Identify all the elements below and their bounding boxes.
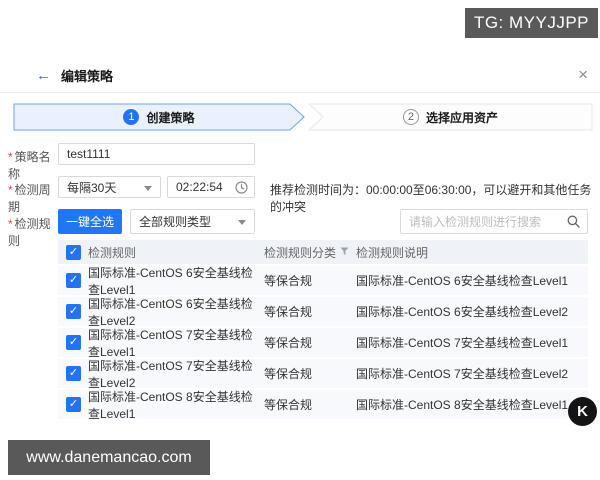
rule-description: 国际标准-CentOS 7安全基线检查Level1 xyxy=(356,336,569,350)
required-marker: * xyxy=(8,183,13,197)
close-icon[interactable]: × xyxy=(578,66,588,83)
site-watermark: www.danemancao.com xyxy=(8,440,210,475)
row-checkbox[interactable]: ✓ xyxy=(66,273,81,288)
column-header-category: 检测规则分类 xyxy=(264,245,337,260)
detection-rules-table: ✓ 检测规则 检测规则分类 检测规则说明 ✓ 国际标准-CentOS 6安全基线… xyxy=(58,240,588,421)
filter-icon[interactable] xyxy=(340,245,349,259)
chevron-down-icon xyxy=(238,220,246,225)
step2-number-badge: 2 xyxy=(402,109,419,125)
required-marker: * xyxy=(8,217,13,231)
rule-search-box xyxy=(400,209,588,234)
wizard-step-select-assets[interactable]: 2 选择应用资产 xyxy=(308,103,593,131)
rule-name: 国际标准-CentOS 6安全基线检查Level1 xyxy=(88,265,253,297)
step2-label: 选择应用资产 xyxy=(425,110,498,125)
rule-category: 等保合规 xyxy=(264,274,313,288)
rule-type-select[interactable]: 全部规则类型 xyxy=(130,209,255,234)
brand-logo-badge: K xyxy=(568,397,597,426)
table-row[interactable]: ✓ 国际标准-CentOS 6安全基线检查Level2 等保合规 国际标准-Ce… xyxy=(58,296,588,328)
cycle-time-input[interactable]: 02:22:54 xyxy=(167,176,255,198)
site-watermark-text: www.danemancao.com xyxy=(26,448,192,466)
rule-name: 国际标准-CentOS 7安全基线检查Level2 xyxy=(88,358,253,390)
search-icon[interactable] xyxy=(567,215,580,231)
header-divider xyxy=(0,92,600,93)
row-checkbox[interactable]: ✓ xyxy=(66,304,81,319)
wizard-step-create-policy[interactable]: 1 创建策略 xyxy=(13,103,305,131)
row-checkbox[interactable]: ✓ xyxy=(66,397,81,412)
rule-description: 国际标准-CentOS 6安全基线检查Level2 xyxy=(356,305,569,319)
rule-search-input[interactable] xyxy=(401,210,559,233)
step1-label: 创建策略 xyxy=(146,110,195,125)
table-row[interactable]: ✓ 国际标准-CentOS 6安全基线检查Level1 等保合规 国际标准-Ce… xyxy=(58,265,588,297)
table-header-row: ✓ 检测规则 检测规则分类 检测规则说明 xyxy=(58,240,588,264)
rule-category: 等保合规 xyxy=(264,367,313,381)
table-row[interactable]: ✓ 国际标准-CentOS 8安全基线检查Level1 等保合规 国际标准-Ce… xyxy=(58,389,588,421)
column-header-description: 检测规则说明 xyxy=(356,245,429,260)
select-all-checkbox[interactable]: ✓ xyxy=(66,244,81,260)
policy-name-input[interactable] xyxy=(58,143,255,165)
policy-name-label: * 策略名称 xyxy=(8,150,51,181)
step1-number-badge: 1 xyxy=(123,109,140,125)
required-marker: * xyxy=(8,150,13,164)
back-icon[interactable]: ← xyxy=(36,67,51,84)
step-wizard: 1 创建策略 2 选择应用资产 xyxy=(13,103,593,131)
page-title: 编辑策略 xyxy=(61,69,114,84)
edit-policy-screen: TG: MYYJJPP ← 编辑策略 × 1 创建策略 2 选择应用资产 * 策… xyxy=(0,0,600,480)
rule-category: 等保合规 xyxy=(264,398,313,412)
table-row[interactable]: ✓ 国际标准-CentOS 7安全基线检查Level1 等保合规 国际标准-Ce… xyxy=(58,327,588,359)
detection-rules-label: * 检测规则 xyxy=(8,217,51,248)
row-checkbox[interactable]: ✓ xyxy=(66,366,81,381)
tg-watermark-text: TG: MYYJJPP xyxy=(473,13,590,32)
panel-header: ← 编辑策略 × xyxy=(0,60,600,91)
rule-category: 等保合规 xyxy=(264,336,313,350)
clock-icon xyxy=(235,181,248,197)
rule-name: 国际标准-CentOS 7安全基线检查Level1 xyxy=(88,327,253,359)
cycle-interval-value: 每隔30天 xyxy=(67,180,117,195)
rule-name: 国际标准-CentOS 8安全基线检查Level1 xyxy=(88,389,253,421)
cycle-interval-select[interactable]: 每隔30天 xyxy=(58,176,161,198)
rule-description: 国际标准-CentOS 8安全基线检查Level1 xyxy=(356,398,569,412)
table-row[interactable]: ✓ 国际标准-CentOS 7安全基线检查Level2 等保合规 国际标准-Ce… xyxy=(58,358,588,390)
row-checkbox[interactable]: ✓ xyxy=(66,335,81,350)
select-all-button[interactable]: 一键全选 xyxy=(58,209,122,234)
brand-logo-letter: K xyxy=(577,403,588,420)
detection-cycle-label: * 检测周期 xyxy=(8,183,51,214)
rule-category: 等保合规 xyxy=(264,305,313,319)
rule-description: 国际标准-CentOS 7安全基线检查Level2 xyxy=(356,367,569,381)
column-header-rule: 检测规则 xyxy=(88,245,137,260)
chevron-down-icon xyxy=(144,186,152,191)
cycle-time-value: 02:22:54 xyxy=(176,180,223,194)
tg-watermark-badge: TG: MYYJJPP xyxy=(465,8,598,38)
rule-name: 国际标准-CentOS 6安全基线检查Level2 xyxy=(88,296,253,328)
rule-type-value: 全部规则类型 xyxy=(139,215,212,229)
rule-description: 国际标准-CentOS 6安全基线检查Level1 xyxy=(356,274,569,288)
